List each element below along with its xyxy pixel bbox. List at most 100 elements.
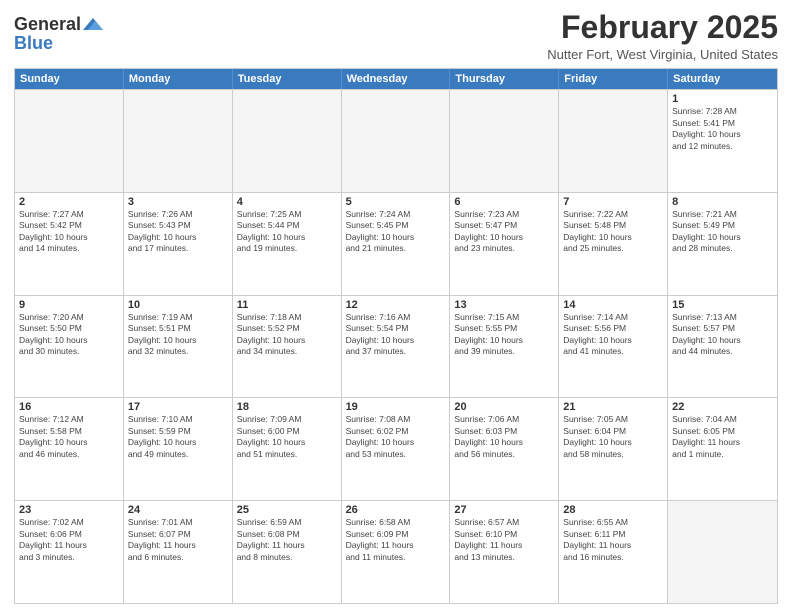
header-day-saturday: Saturday xyxy=(668,69,777,89)
day-number: 6 xyxy=(454,196,554,208)
day-number: 27 xyxy=(454,504,554,516)
calendar-cell: 23Sunrise: 7:02 AM Sunset: 6:06 PM Dayli… xyxy=(15,501,124,603)
day-info: Sunrise: 7:13 AM Sunset: 5:57 PM Dayligh… xyxy=(672,312,773,358)
day-info: Sunrise: 7:01 AM Sunset: 6:07 PM Dayligh… xyxy=(128,517,228,563)
day-number: 24 xyxy=(128,504,228,516)
day-number: 28 xyxy=(563,504,663,516)
calendar-week-4: 23Sunrise: 7:02 AM Sunset: 6:06 PM Dayli… xyxy=(15,500,777,603)
day-number: 11 xyxy=(237,299,337,311)
day-info: Sunrise: 7:10 AM Sunset: 5:59 PM Dayligh… xyxy=(128,414,228,460)
calendar-cell: 11Sunrise: 7:18 AM Sunset: 5:52 PM Dayli… xyxy=(233,296,342,398)
calendar-cell xyxy=(15,90,124,192)
calendar: SundayMondayTuesdayWednesdayThursdayFrid… xyxy=(14,68,778,604)
calendar-cell: 2Sunrise: 7:27 AM Sunset: 5:42 PM Daylig… xyxy=(15,193,124,295)
day-info: Sunrise: 7:23 AM Sunset: 5:47 PM Dayligh… xyxy=(454,209,554,255)
calendar-cell: 16Sunrise: 7:12 AM Sunset: 5:58 PM Dayli… xyxy=(15,398,124,500)
calendar-cell xyxy=(124,90,233,192)
day-number: 2 xyxy=(19,196,119,208)
calendar-cell: 13Sunrise: 7:15 AM Sunset: 5:55 PM Dayli… xyxy=(450,296,559,398)
calendar-cell: 3Sunrise: 7:26 AM Sunset: 5:43 PM Daylig… xyxy=(124,193,233,295)
header-day-tuesday: Tuesday xyxy=(233,69,342,89)
day-number: 8 xyxy=(672,196,773,208)
header-day-monday: Monday xyxy=(124,69,233,89)
calendar-cell xyxy=(668,501,777,603)
calendar-cell xyxy=(233,90,342,192)
calendar-cell: 19Sunrise: 7:08 AM Sunset: 6:02 PM Dayli… xyxy=(342,398,451,500)
calendar-week-2: 9Sunrise: 7:20 AM Sunset: 5:50 PM Daylig… xyxy=(15,295,777,398)
header-day-wednesday: Wednesday xyxy=(342,69,451,89)
page-header: General Blue February 2025 Nutter Fort, … xyxy=(14,10,778,62)
logo: General Blue xyxy=(14,14,103,54)
calendar-body: 1Sunrise: 7:28 AM Sunset: 5:41 PM Daylig… xyxy=(15,89,777,603)
day-info: Sunrise: 7:08 AM Sunset: 6:02 PM Dayligh… xyxy=(346,414,446,460)
calendar-cell: 6Sunrise: 7:23 AM Sunset: 5:47 PM Daylig… xyxy=(450,193,559,295)
calendar-cell: 7Sunrise: 7:22 AM Sunset: 5:48 PM Daylig… xyxy=(559,193,668,295)
day-info: Sunrise: 7:18 AM Sunset: 5:52 PM Dayligh… xyxy=(237,312,337,358)
day-number: 7 xyxy=(563,196,663,208)
day-number: 23 xyxy=(19,504,119,516)
calendar-cell: 9Sunrise: 7:20 AM Sunset: 5:50 PM Daylig… xyxy=(15,296,124,398)
location-subtitle: Nutter Fort, West Virginia, United State… xyxy=(547,47,778,62)
day-number: 20 xyxy=(454,401,554,413)
day-info: Sunrise: 7:06 AM Sunset: 6:03 PM Dayligh… xyxy=(454,414,554,460)
calendar-week-1: 2Sunrise: 7:27 AM Sunset: 5:42 PM Daylig… xyxy=(15,192,777,295)
calendar-cell: 12Sunrise: 7:16 AM Sunset: 5:54 PM Dayli… xyxy=(342,296,451,398)
day-info: Sunrise: 6:59 AM Sunset: 6:08 PM Dayligh… xyxy=(237,517,337,563)
day-info: Sunrise: 6:58 AM Sunset: 6:09 PM Dayligh… xyxy=(346,517,446,563)
day-number: 25 xyxy=(237,504,337,516)
calendar-cell: 18Sunrise: 7:09 AM Sunset: 6:00 PM Dayli… xyxy=(233,398,342,500)
day-number: 15 xyxy=(672,299,773,311)
day-info: Sunrise: 7:28 AM Sunset: 5:41 PM Dayligh… xyxy=(672,106,773,152)
day-number: 1 xyxy=(672,93,773,105)
day-number: 22 xyxy=(672,401,773,413)
day-number: 4 xyxy=(237,196,337,208)
day-info: Sunrise: 7:26 AM Sunset: 5:43 PM Dayligh… xyxy=(128,209,228,255)
day-number: 19 xyxy=(346,401,446,413)
day-info: Sunrise: 7:14 AM Sunset: 5:56 PM Dayligh… xyxy=(563,312,663,358)
day-number: 17 xyxy=(128,401,228,413)
calendar-cell: 10Sunrise: 7:19 AM Sunset: 5:51 PM Dayli… xyxy=(124,296,233,398)
calendar-cell: 8Sunrise: 7:21 AM Sunset: 5:49 PM Daylig… xyxy=(668,193,777,295)
day-info: Sunrise: 6:57 AM Sunset: 6:10 PM Dayligh… xyxy=(454,517,554,563)
calendar-cell: 22Sunrise: 7:04 AM Sunset: 6:05 PM Dayli… xyxy=(668,398,777,500)
day-number: 14 xyxy=(563,299,663,311)
day-number: 12 xyxy=(346,299,446,311)
title-block: February 2025 Nutter Fort, West Virginia… xyxy=(547,10,778,62)
day-info: Sunrise: 7:12 AM Sunset: 5:58 PM Dayligh… xyxy=(19,414,119,460)
month-title: February 2025 xyxy=(547,10,778,45)
header-day-sunday: Sunday xyxy=(15,69,124,89)
calendar-cell: 20Sunrise: 7:06 AM Sunset: 6:03 PM Dayli… xyxy=(450,398,559,500)
calendar-cell: 14Sunrise: 7:14 AM Sunset: 5:56 PM Dayli… xyxy=(559,296,668,398)
calendar-cell: 24Sunrise: 7:01 AM Sunset: 6:07 PM Dayli… xyxy=(124,501,233,603)
day-number: 5 xyxy=(346,196,446,208)
day-info: Sunrise: 7:21 AM Sunset: 5:49 PM Dayligh… xyxy=(672,209,773,255)
day-info: Sunrise: 7:04 AM Sunset: 6:05 PM Dayligh… xyxy=(672,414,773,460)
day-info: Sunrise: 7:27 AM Sunset: 5:42 PM Dayligh… xyxy=(19,209,119,255)
calendar-week-0: 1Sunrise: 7:28 AM Sunset: 5:41 PM Daylig… xyxy=(15,89,777,192)
day-info: Sunrise: 7:19 AM Sunset: 5:51 PM Dayligh… xyxy=(128,312,228,358)
calendar-cell: 1Sunrise: 7:28 AM Sunset: 5:41 PM Daylig… xyxy=(668,90,777,192)
header-day-thursday: Thursday xyxy=(450,69,559,89)
calendar-cell xyxy=(450,90,559,192)
day-info: Sunrise: 7:05 AM Sunset: 6:04 PM Dayligh… xyxy=(563,414,663,460)
day-info: Sunrise: 7:25 AM Sunset: 5:44 PM Dayligh… xyxy=(237,209,337,255)
day-info: Sunrise: 7:02 AM Sunset: 6:06 PM Dayligh… xyxy=(19,517,119,563)
day-info: Sunrise: 7:15 AM Sunset: 5:55 PM Dayligh… xyxy=(454,312,554,358)
calendar-cell: 21Sunrise: 7:05 AM Sunset: 6:04 PM Dayli… xyxy=(559,398,668,500)
day-info: Sunrise: 7:24 AM Sunset: 5:45 PM Dayligh… xyxy=(346,209,446,255)
header-day-friday: Friday xyxy=(559,69,668,89)
day-number: 18 xyxy=(237,401,337,413)
day-number: 16 xyxy=(19,401,119,413)
calendar-cell: 15Sunrise: 7:13 AM Sunset: 5:57 PM Dayli… xyxy=(668,296,777,398)
calendar-cell: 25Sunrise: 6:59 AM Sunset: 6:08 PM Dayli… xyxy=(233,501,342,603)
calendar-cell: 28Sunrise: 6:55 AM Sunset: 6:11 PM Dayli… xyxy=(559,501,668,603)
calendar-cell: 17Sunrise: 7:10 AM Sunset: 5:59 PM Dayli… xyxy=(124,398,233,500)
calendar-cell xyxy=(559,90,668,192)
calendar-cell: 27Sunrise: 6:57 AM Sunset: 6:10 PM Dayli… xyxy=(450,501,559,603)
day-info: Sunrise: 6:55 AM Sunset: 6:11 PM Dayligh… xyxy=(563,517,663,563)
day-number: 9 xyxy=(19,299,119,311)
calendar-header: SundayMondayTuesdayWednesdayThursdayFrid… xyxy=(15,69,777,89)
calendar-week-3: 16Sunrise: 7:12 AM Sunset: 5:58 PM Dayli… xyxy=(15,397,777,500)
day-info: Sunrise: 7:16 AM Sunset: 5:54 PM Dayligh… xyxy=(346,312,446,358)
calendar-cell: 5Sunrise: 7:24 AM Sunset: 5:45 PM Daylig… xyxy=(342,193,451,295)
